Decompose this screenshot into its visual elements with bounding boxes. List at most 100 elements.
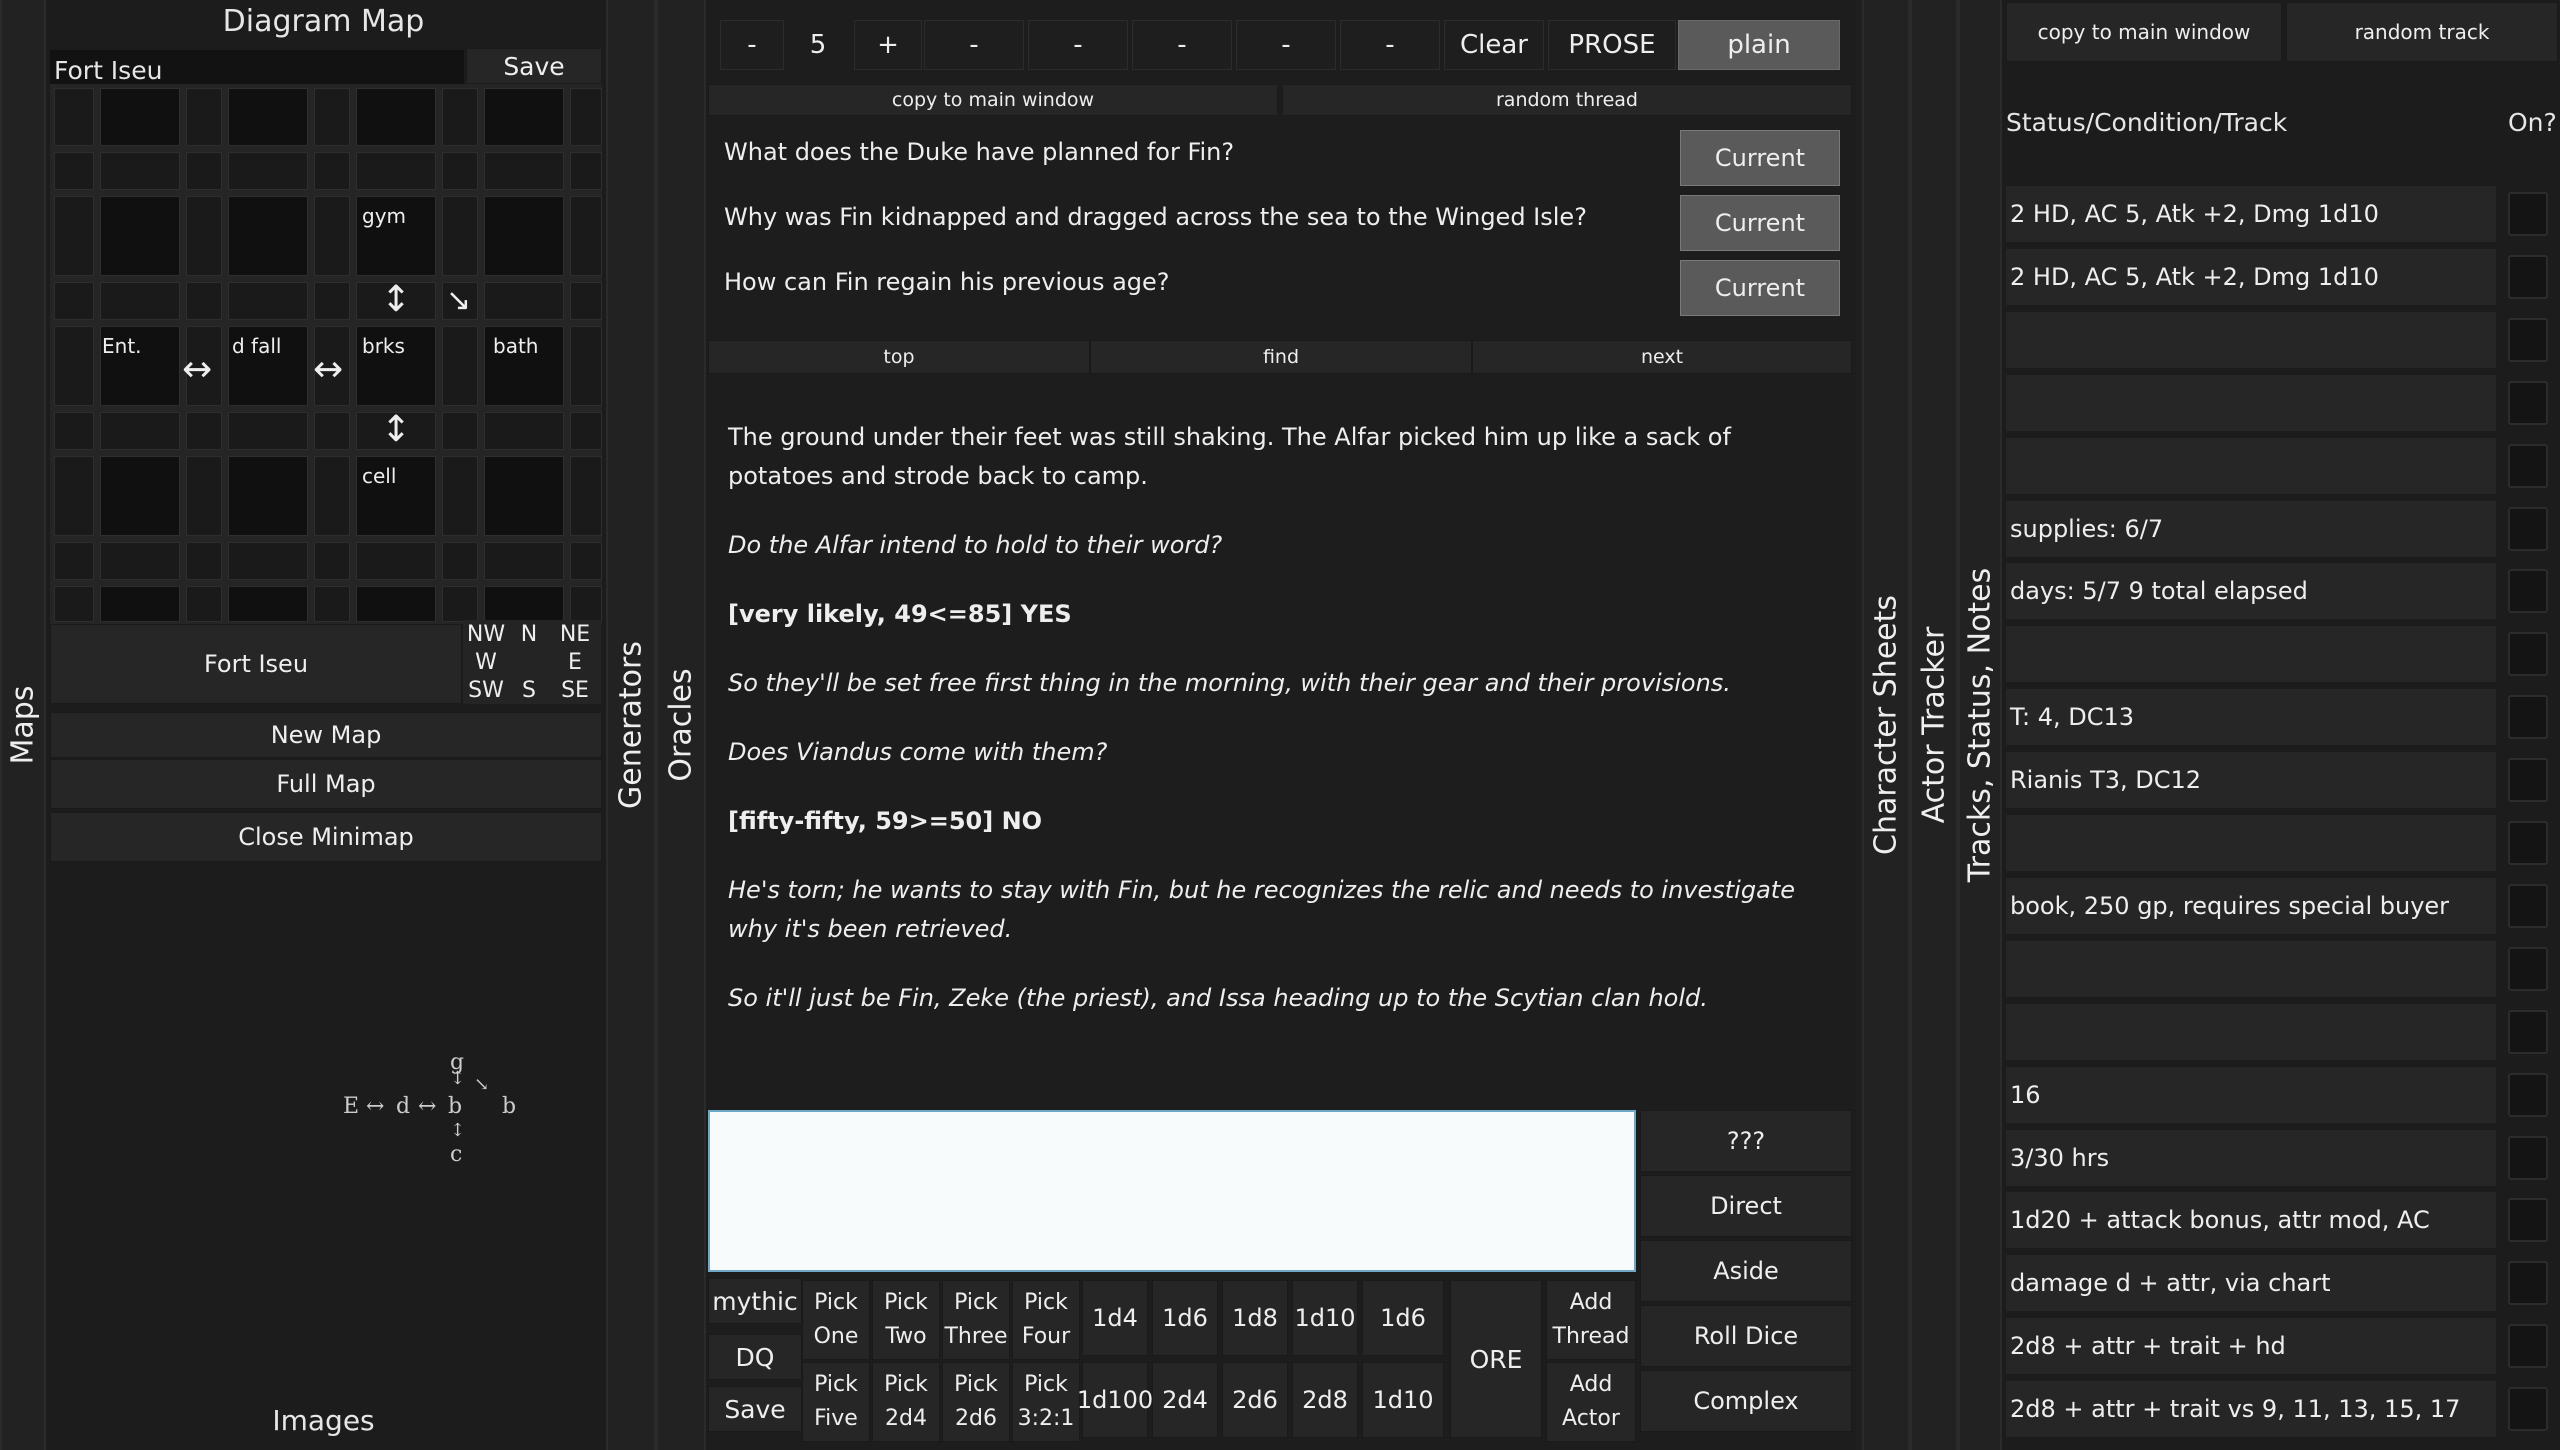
complex-button[interactable]: Complex xyxy=(1640,1370,1852,1432)
save-button[interactable]: Save xyxy=(708,1386,802,1432)
map-cell[interactable] xyxy=(484,456,564,536)
track-on-checkbox[interactable] xyxy=(2508,569,2548,614)
map-cell[interactable] xyxy=(484,196,564,276)
map-cell[interactable] xyxy=(54,586,94,622)
entry-textarea[interactable] xyxy=(708,1110,1636,1272)
random-track-button[interactable]: random track xyxy=(2286,2,2558,62)
room-gym[interactable]: gym xyxy=(362,204,406,228)
prose-button[interactable]: PROSE xyxy=(1548,20,1676,70)
thread-current-button[interactable]: Current xyxy=(1680,260,1840,316)
compass-e[interactable]: E xyxy=(549,648,601,676)
track-row[interactable]: damage d + attr, via chart xyxy=(2006,1255,2496,1312)
map-cell[interactable] xyxy=(314,542,350,580)
dice-2d4-button[interactable]: 2d4 xyxy=(1152,1362,1218,1438)
pick-two-button[interactable]: Pick Two xyxy=(872,1280,940,1360)
pick-four-button[interactable]: Pick Four xyxy=(1012,1280,1080,1360)
close-minimap-button[interactable]: Close Minimap xyxy=(50,812,602,862)
map-cell[interactable] xyxy=(186,456,222,536)
map-cell[interactable] xyxy=(570,542,602,580)
map-cell[interactable] xyxy=(54,196,94,276)
track-row[interactable] xyxy=(2006,437,2496,494)
map-cell[interactable] xyxy=(100,586,180,622)
map-cell[interactable] xyxy=(186,152,222,190)
dice-1d6-button[interactable]: 1d6 xyxy=(1152,1280,1218,1356)
map-cell[interactable] xyxy=(356,586,436,622)
map-cell[interactable] xyxy=(100,542,180,580)
map-cell[interactable] xyxy=(442,456,478,536)
map-cell[interactable] xyxy=(442,586,478,622)
compass-center[interactable] xyxy=(509,648,549,676)
mythic-button[interactable]: mythic xyxy=(708,1278,802,1324)
dash-button-1[interactable]: - xyxy=(924,20,1024,70)
map-cell[interactable] xyxy=(442,412,478,450)
map-cell[interactable] xyxy=(570,152,602,190)
map-cell[interactable] xyxy=(442,88,478,146)
plus-button[interactable]: + xyxy=(854,20,922,70)
track-row[interactable] xyxy=(2006,626,2496,683)
track-on-checkbox[interactable] xyxy=(2508,1198,2548,1243)
thread-question[interactable]: How can Fin regain his previous age? xyxy=(724,268,1664,296)
map-cell[interactable] xyxy=(484,586,564,622)
dash-button-3[interactable]: - xyxy=(1132,20,1232,70)
map-cell[interactable] xyxy=(54,412,94,450)
track-on-checkbox[interactable] xyxy=(2508,506,2548,551)
map-cell[interactable] xyxy=(314,152,350,190)
tab-maps[interactable]: Maps xyxy=(0,0,46,1450)
roll-dice-button[interactable]: Roll Dice xyxy=(1640,1305,1852,1367)
track-on-checkbox[interactable] xyxy=(2508,1387,2548,1432)
map-cell[interactable] xyxy=(54,88,94,146)
map-cell[interactable] xyxy=(228,456,308,536)
track-on-checkbox[interactable] xyxy=(2508,632,2548,677)
map-cell[interactable] xyxy=(228,88,308,146)
track-on-checkbox[interactable] xyxy=(2508,821,2548,865)
images-label[interactable]: Images xyxy=(46,1404,601,1437)
pick-ratio-button[interactable]: Pick 3:2:1 xyxy=(1012,1362,1080,1442)
dice-1d10-button[interactable]: 1d10 xyxy=(1292,1280,1358,1356)
map-cell[interactable] xyxy=(54,326,94,406)
map-cell[interactable] xyxy=(54,542,94,580)
map-cell[interactable] xyxy=(442,196,478,276)
track-row[interactable] xyxy=(2006,311,2496,368)
map-cell[interactable] xyxy=(484,88,564,146)
map-cell[interactable] xyxy=(484,282,564,320)
tracks-copy-button[interactable]: copy to main window xyxy=(2006,2,2282,62)
unknown-button[interactable]: ??? xyxy=(1640,1110,1852,1172)
track-row[interactable]: 2d8 + attr + trait vs 9, 11, 13, 15, 17 xyxy=(2006,1381,2496,1438)
thread-question[interactable]: Why was Fin kidnapped and dragged across… xyxy=(724,203,1664,231)
track-row[interactable]: Rianis T3, DC12 xyxy=(2006,752,2496,809)
map-cell[interactable] xyxy=(186,412,222,450)
compass-sw[interactable]: SW xyxy=(463,676,509,704)
dice-1d4-button[interactable]: 1d4 xyxy=(1082,1280,1148,1356)
map-cell[interactable] xyxy=(54,152,94,190)
map-cell[interactable] xyxy=(442,326,478,406)
map-cell[interactable] xyxy=(570,586,602,622)
map-cell[interactable] xyxy=(54,456,94,536)
thread-question[interactable]: What does the Duke have planned for Fin? xyxy=(724,138,1664,166)
track-row[interactable]: 2 HD, AC 5, Atk +2, Dmg 1d10 xyxy=(2006,248,2496,305)
map-cell[interactable] xyxy=(186,586,222,622)
dash-button-5[interactable]: - xyxy=(1340,20,1440,70)
track-on-checkbox[interactable] xyxy=(2508,946,2548,991)
compass-nw[interactable]: NW xyxy=(463,620,509,648)
dice-2d6-button[interactable]: 2d6 xyxy=(1222,1362,1288,1438)
map-cell[interactable] xyxy=(54,282,94,320)
room-brks[interactable]: brks xyxy=(362,334,405,358)
map-cell[interactable] xyxy=(228,282,308,320)
pick-2d4-button[interactable]: Pick 2d4 xyxy=(872,1362,940,1442)
track-row[interactable]: 1d20 + attack bonus, attr mod, AC xyxy=(2006,1192,2496,1249)
track-row[interactable]: 3/30 hrs xyxy=(2006,1129,2496,1186)
dash-button-2[interactable]: - xyxy=(1028,20,1128,70)
map-cell[interactable] xyxy=(484,152,564,190)
aside-button[interactable]: Aside xyxy=(1640,1240,1852,1302)
map-cell[interactable] xyxy=(356,152,436,190)
map-cell[interactable] xyxy=(484,412,564,450)
thread-current-button[interactable]: Current xyxy=(1680,130,1840,186)
map-cell[interactable] xyxy=(100,152,180,190)
pick-2d6-button[interactable]: Pick 2d6 xyxy=(942,1362,1010,1442)
ore-button[interactable]: ORE xyxy=(1450,1280,1542,1438)
compass-n[interactable]: N xyxy=(509,620,549,648)
track-on-checkbox[interactable] xyxy=(2508,1261,2548,1306)
random-thread-button[interactable]: random thread xyxy=(1282,84,1852,116)
map-cell[interactable] xyxy=(442,152,478,190)
track-on-checkbox[interactable] xyxy=(2508,1072,2548,1117)
